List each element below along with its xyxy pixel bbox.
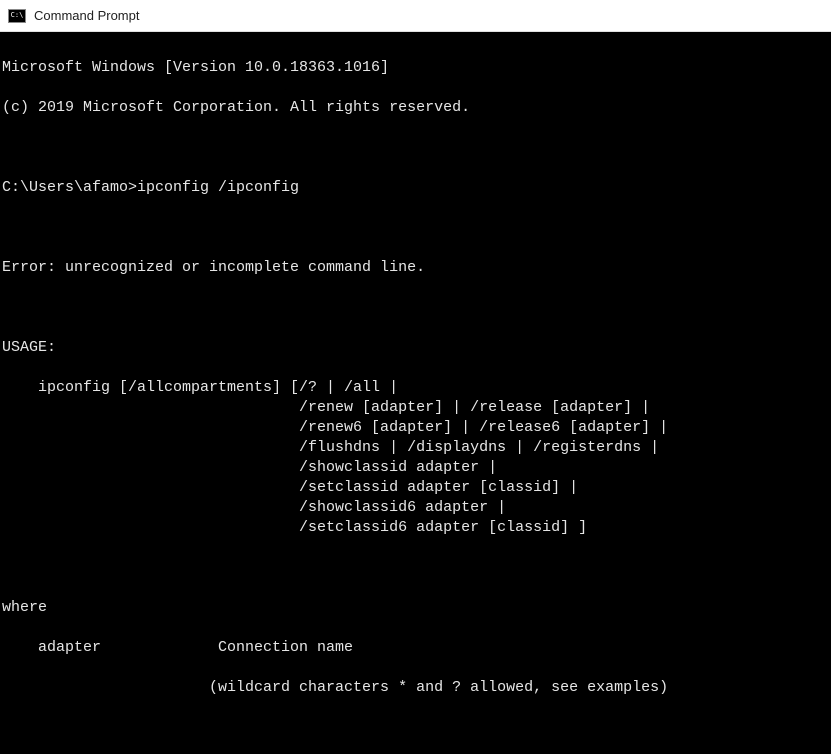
- blank-line: [2, 218, 831, 238]
- blank-line: [2, 558, 831, 578]
- terminal-output[interactable]: Microsoft Windows [Version 10.0.18363.10…: [0, 32, 831, 754]
- banner-line: Microsoft Windows [Version 10.0.18363.10…: [2, 58, 831, 78]
- usage-line: /renew [adapter] | /release [adapter] |: [2, 398, 831, 418]
- blank-line: [2, 138, 831, 158]
- banner-line: (c) 2019 Microsoft Corporation. All righ…: [2, 98, 831, 118]
- usage-line: /renew6 [adapter] | /release6 [adapter] …: [2, 418, 831, 438]
- cmd-icon: C:\: [8, 9, 26, 23]
- usage-line: /showclassid adapter |: [2, 458, 831, 478]
- where-header: where: [2, 598, 831, 618]
- prompt-path: C:\Users\afamo>: [2, 179, 137, 196]
- usage-line: /showclassid6 adapter |: [2, 498, 831, 518]
- titlebar[interactable]: C:\ Command Prompt: [0, 0, 831, 32]
- error-line: Error: unrecognized or incomplete comman…: [2, 258, 831, 278]
- where-adapter-note: (wildcard characters * and ? allowed, se…: [2, 678, 831, 698]
- usage-line: /setclassid6 adapter [classid] ]: [2, 518, 831, 538]
- prompt-command: ipconfig /ipconfig: [137, 179, 299, 196]
- prompt-line: C:\Users\afamo>ipconfig /ipconfig: [2, 178, 831, 198]
- usage-header: USAGE:: [2, 338, 831, 358]
- usage-line: /setclassid adapter [classid] |: [2, 478, 831, 498]
- command-prompt-window: C:\ Command Prompt Microsoft Windows [Ve…: [0, 0, 831, 754]
- usage-line: ipconfig [/allcompartments] [/? | /all |: [2, 378, 831, 398]
- window-title: Command Prompt: [34, 8, 139, 23]
- blank-line: [2, 298, 831, 318]
- where-adapter: adapter Connection name: [2, 638, 831, 658]
- cmd-icon-glyph: C:\: [11, 12, 24, 19]
- usage-line: /flushdns | /displaydns | /registerdns |: [2, 438, 831, 458]
- blank-line: [2, 718, 831, 738]
